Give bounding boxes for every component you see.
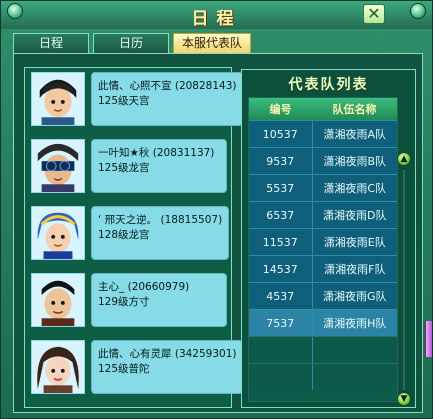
- table-header: 编号 队伍名称: [249, 98, 397, 120]
- table-row[interactable]: 11537 潇湘夜雨E队: [249, 228, 397, 255]
- team-id-cell: 10537: [262, 127, 298, 141]
- member-level-school: 128级龙宫: [98, 229, 150, 241]
- team-name-cell: 潇湘夜雨E队: [311, 229, 397, 255]
- column-header-id: 编号: [269, 103, 292, 116]
- blue-hair-avatar: [31, 206, 85, 260]
- member-id: (18815507): [160, 214, 223, 226]
- table-row[interactable]: 6537 潇湘夜雨D队: [249, 201, 397, 228]
- black-hair-man-avatar: [31, 273, 85, 327]
- table-row[interactable]: 14537 潇湘夜雨F队: [249, 255, 397, 282]
- table-row-selected[interactable]: 7537 潇湘夜雨H队: [249, 309, 397, 336]
- team-name-cell: 潇湘夜雨B队: [311, 148, 397, 174]
- team-name-cell: 潇湘夜雨C队: [311, 175, 397, 201]
- empty-cell: [311, 337, 397, 363]
- member-card[interactable]: 一叶知★秋 (20831137) 125级龙宫: [31, 139, 227, 199]
- team-list-panel: 代表队列表 编号 队伍名称 10537 潇湘夜雨A队 9537 潇湘夜雨B队 5…: [241, 69, 416, 408]
- member-card[interactable]: 此情、心照不宣 (20828143) 125级天宫: [31, 72, 244, 132]
- member-level-school: 125级天宫: [98, 95, 150, 107]
- member-card[interactable]: 主心_ (20660979) 129级方寸: [31, 273, 227, 333]
- table-row[interactable]: 10537 潇湘夜雨A队: [249, 120, 397, 147]
- member-card[interactable]: ‘ 邢天之逆。 (18815507) 128级龙宫: [31, 206, 230, 266]
- column-header-name: 队伍名称: [332, 103, 377, 116]
- tab-schedule[interactable]: 日程: [13, 33, 89, 53]
- member-level-school: 129级方寸: [98, 296, 150, 308]
- team-list-scrollbar[interactable]: ▲ ▼: [397, 152, 411, 407]
- team-id-cell: 7537: [266, 316, 295, 330]
- table-row[interactable]: 4537 潇湘夜雨G队: [249, 282, 397, 309]
- member-list: 此情、心照不宣 (20828143) 125级天宫 一叶知★秋 (2083113…: [24, 67, 244, 408]
- tab-server-team[interactable]: 本服代表队: [173, 33, 251, 53]
- table-row[interactable]: 9537 潇湘夜雨B队: [249, 147, 397, 174]
- member-name: 此情、心照不宣: [98, 80, 172, 92]
- team-list-title: 代表队列表: [288, 77, 369, 93]
- scroll-track[interactable]: [403, 170, 405, 390]
- team-id-cell: 5537: [266, 181, 295, 195]
- member-level-school: 125级普陀: [98, 363, 150, 375]
- member-name: 主心_: [98, 281, 125, 293]
- black-hair-boy-avatar: [31, 72, 85, 126]
- team-table: 编号 队伍名称 10537 潇湘夜雨A队 9537 潇湘夜雨B队 5537 潇湘…: [248, 97, 398, 402]
- team-name-cell: 潇湘夜雨F队: [311, 256, 397, 282]
- team-id-cell: 6537: [266, 208, 295, 222]
- member-info: 主心_ (20660979) 129级方寸: [91, 273, 227, 327]
- member-name: 一叶知★秋: [98, 147, 150, 159]
- team-id-cell: 9537: [266, 154, 295, 168]
- member-id: (34259301): [174, 348, 237, 360]
- member-level-school: 125级龙宫: [98, 162, 150, 174]
- team-id-cell: 11537: [262, 235, 298, 249]
- side-grip-icon: [425, 321, 432, 357]
- schedule-window: 日程 ✕ 日程 日历 本服代表队 此情、心照不宣 (20828143) 125级…: [0, 0, 433, 419]
- team-id-cell: 4537: [266, 289, 295, 303]
- table-row-empty: [249, 363, 397, 390]
- table-row[interactable]: 5537 潇湘夜雨C队: [249, 174, 397, 201]
- content-panel: 此情、心照不宣 (20828143) 125级天宫 一叶知★秋 (2083113…: [13, 53, 423, 413]
- member-id: (20660979): [127, 281, 190, 293]
- member-name: 此情、心有灵犀: [98, 348, 172, 360]
- masked-boy-avatar: [31, 139, 85, 193]
- member-id: (20828143): [174, 80, 237, 92]
- empty-cell: [311, 364, 397, 390]
- member-info: ‘ 邢天之逆。 (18815507) 128级龙宫: [91, 206, 230, 260]
- member-id: (20831137): [152, 147, 215, 159]
- tab-bar: 日程 日历 本服代表队: [13, 33, 423, 53]
- member-card[interactable]: 此情、心有灵犀 (34259301) 125级普陀: [31, 340, 244, 400]
- team-name-cell: 潇湘夜雨D队: [311, 202, 397, 228]
- member-info: 此情、心有灵犀 (34259301) 125级普陀: [91, 340, 244, 394]
- team-name-cell: 潇湘夜雨G队: [311, 283, 397, 309]
- window-titlebar[interactable]: 日程 ✕: [1, 1, 432, 29]
- team-name-cell: 潇湘夜雨H队: [311, 310, 397, 336]
- table-row-empty: [249, 336, 397, 363]
- close-button[interactable]: ✕: [363, 4, 385, 24]
- long-hair-girl-avatar: [31, 340, 85, 394]
- member-name: ‘ 邢天之逆。: [98, 214, 158, 226]
- member-info: 此情、心照不宣 (20828143) 125级天宫: [91, 72, 244, 126]
- scroll-up-icon[interactable]: ▲: [397, 152, 411, 166]
- team-name-cell: 潇湘夜雨A队: [311, 121, 397, 147]
- right-ornament-icon: [410, 3, 426, 19]
- scroll-down-icon[interactable]: ▼: [397, 392, 411, 406]
- team-id-cell: 14537: [262, 262, 298, 276]
- member-info: 一叶知★秋 (20831137) 125级龙宫: [91, 139, 227, 193]
- tab-calendar[interactable]: 日历: [93, 33, 169, 53]
